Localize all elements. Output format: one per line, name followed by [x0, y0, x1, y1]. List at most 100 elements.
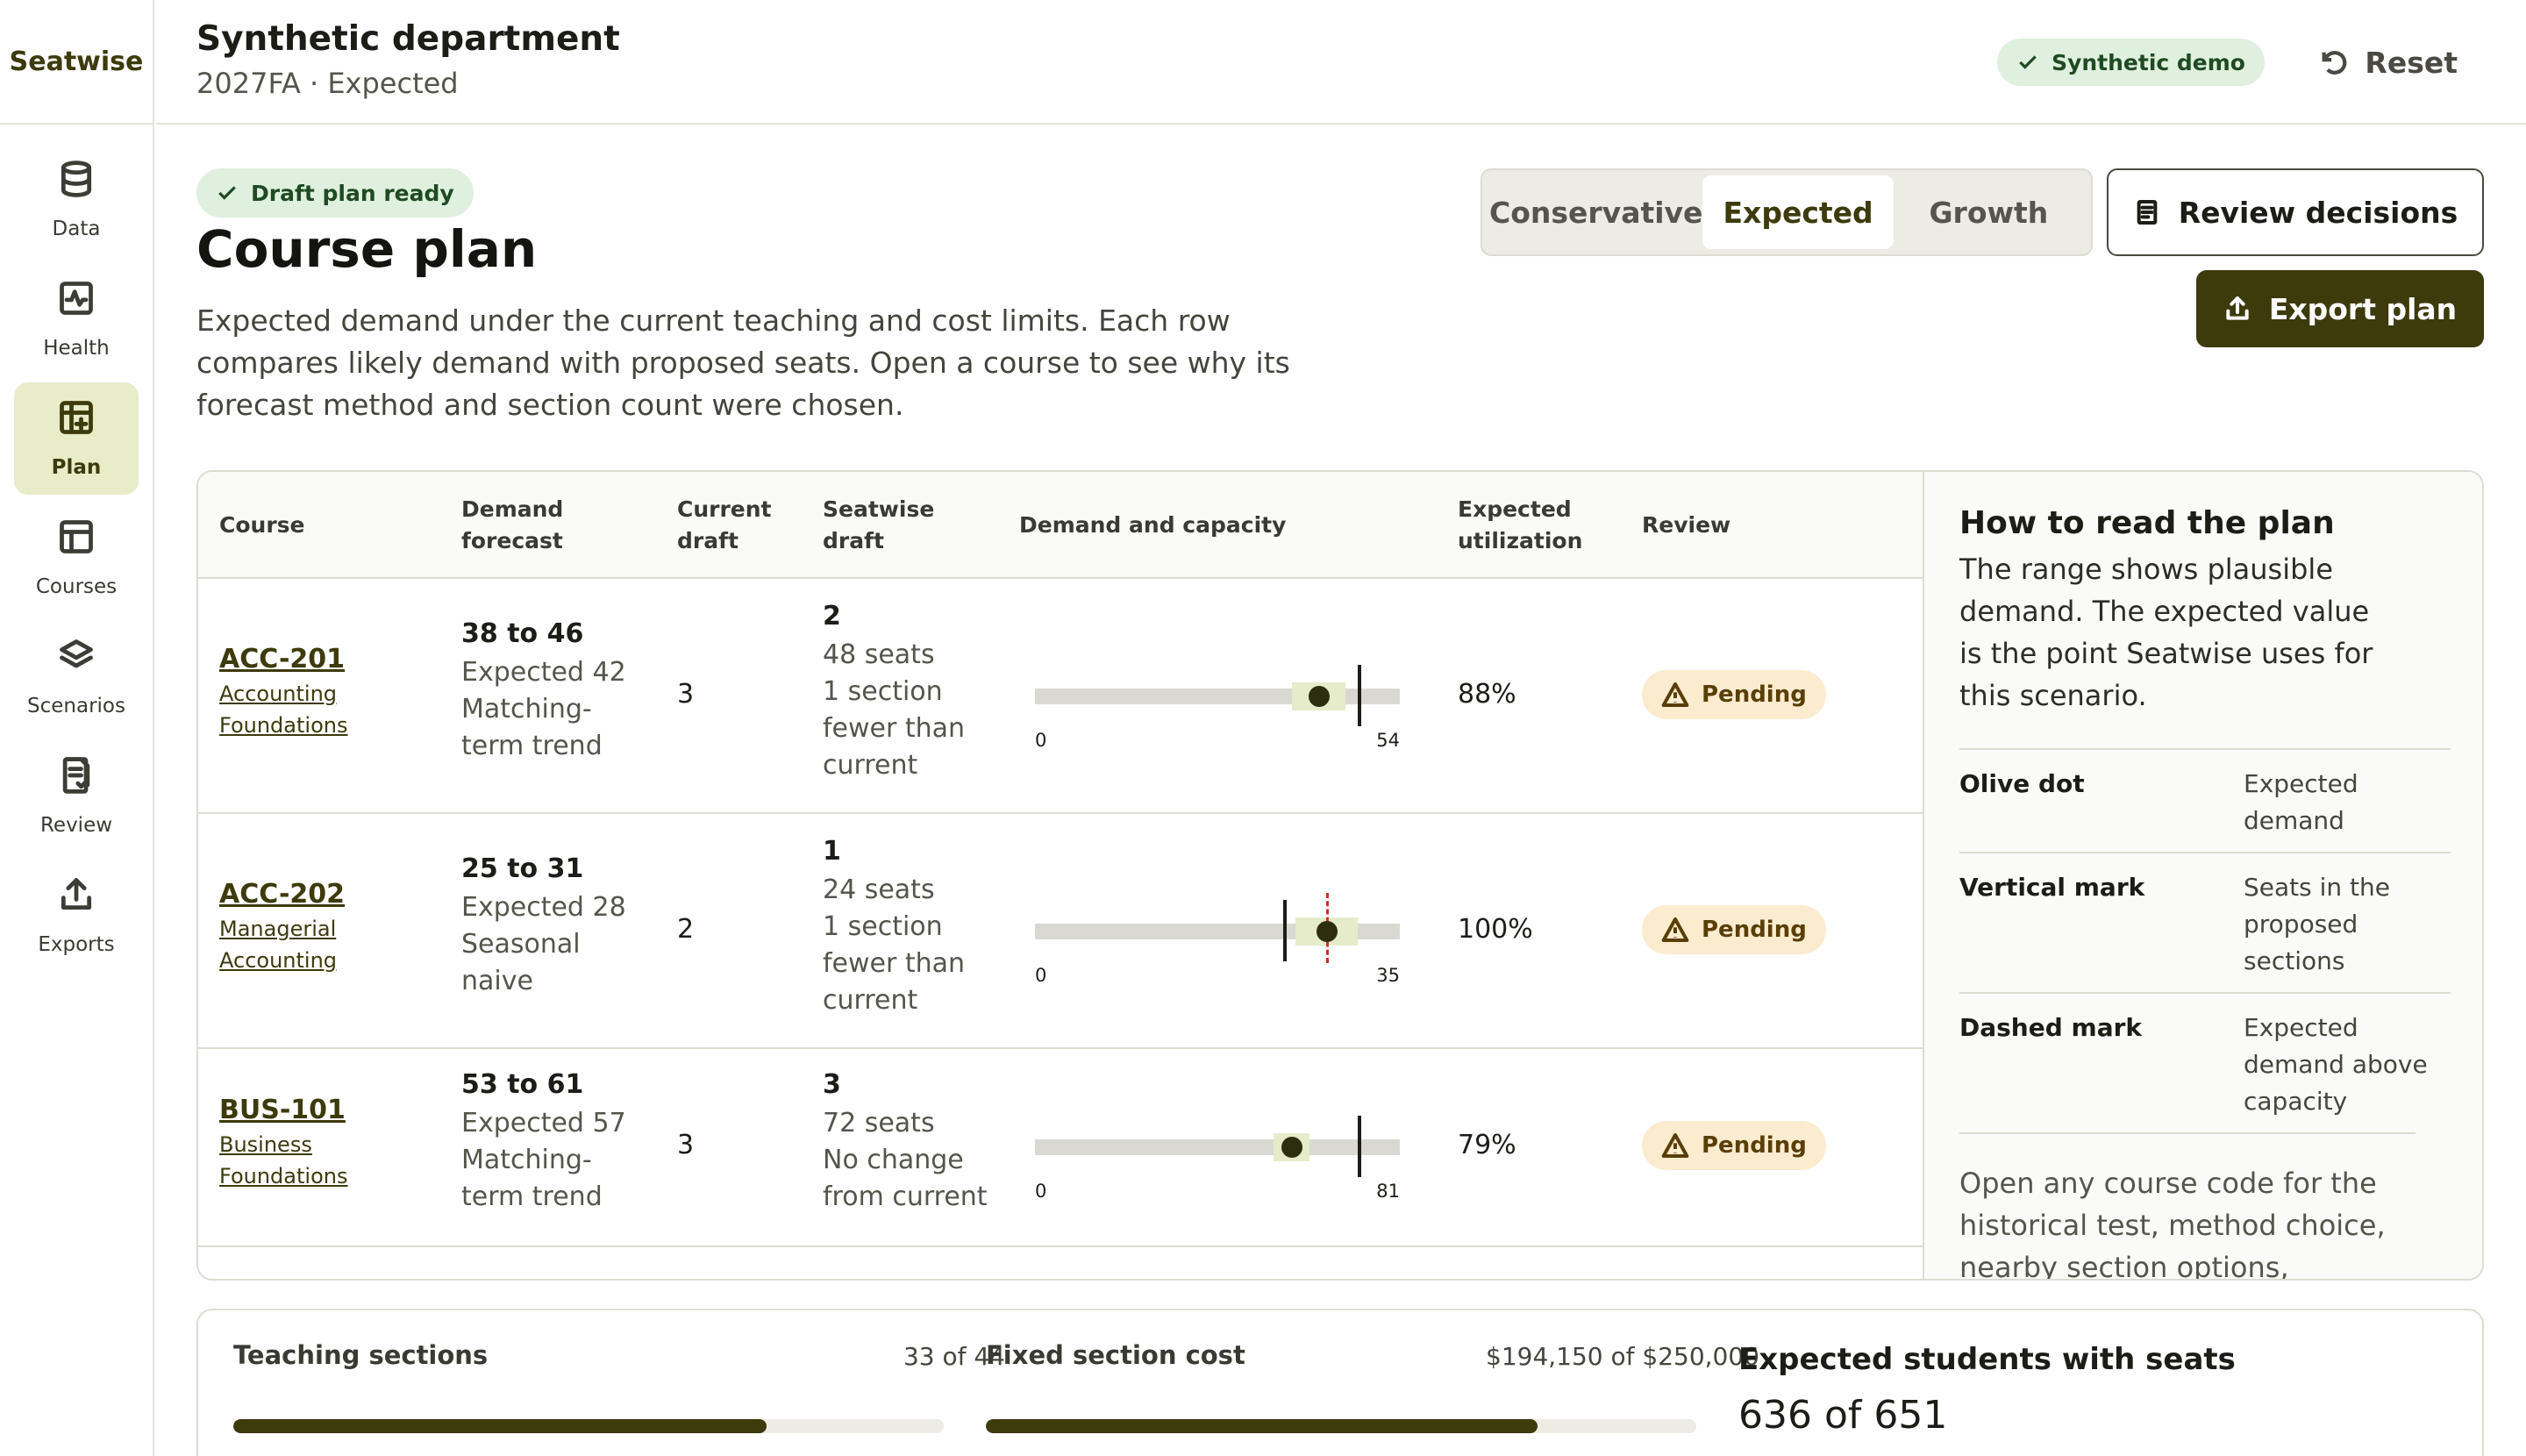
warning-icon — [1661, 1133, 1689, 1158]
expected-utilization: 88% — [1458, 679, 1516, 710]
section-count: 1 — [823, 836, 841, 867]
sidebar-item-label: Data — [52, 218, 101, 240]
review-cell: Pending — [1642, 1121, 1826, 1170]
reset-button[interactable]: Reset — [2319, 39, 2458, 86]
legend-key: Dashed mark — [1959, 1013, 2143, 1042]
section-change: 1 section fewer than current — [823, 676, 966, 781]
legend-key: Olive dot — [1959, 769, 2085, 798]
column-header-seatwise: Seatwise draft — [823, 496, 935, 553]
teaching-sections-progress-fill — [233, 1419, 767, 1433]
review-cell: Pending — [1642, 905, 1826, 954]
sidebar-nav: Data Health Plan Courses Scenarios Revie… — [0, 125, 153, 979]
course-code-link[interactable]: ACC-201 — [219, 644, 368, 674]
review-status-label: Pending — [1702, 917, 1807, 943]
sidebar-item-plan[interactable]: Plan — [14, 382, 139, 495]
course-name-link[interactable]: Business Foundations — [219, 1129, 368, 1192]
export-plan-label: Export plan — [2268, 291, 2458, 326]
department-title: Synthetic department — [196, 19, 620, 59]
scale-max-label: 81 — [1376, 1181, 1400, 1202]
demand-capacity-bar: 0 54 — [1035, 656, 1403, 751]
clipboard-check-icon — [62, 757, 90, 794]
sidebar: Seatwise Data Health Plan Courses Scenar… — [0, 0, 154, 1456]
sidebar-item-review[interactable]: Review — [14, 740, 139, 853]
demo-badge-label: Synthetic demo — [2051, 49, 2245, 75]
sidebar-item-label: Courses — [35, 575, 118, 598]
database-icon — [61, 161, 92, 197]
page-description: Expected demand under the current teachi… — [196, 303, 1290, 422]
capacity-mark — [1283, 900, 1288, 961]
how-to-read-panel: How to read the plan The range shows pla… — [1923, 472, 2482, 1279]
legend-value: Expected demand above capacity — [2244, 1013, 2428, 1116]
demand-forecast-cell: 25 to 31 Expected 28 Seasonal naive — [461, 849, 637, 1000]
term-scenario-subtitle: 2027FA · Expected — [196, 67, 459, 100]
brand-logo[interactable]: Seatwise — [0, 0, 153, 125]
column-header-course: Course — [219, 512, 305, 538]
warning-icon — [1661, 682, 1689, 707]
draft-ready-badge: Draft plan ready — [196, 168, 474, 218]
course-cell: BUS-101 Business Foundations — [219, 1095, 368, 1192]
check-icon — [2019, 55, 2037, 69]
demand-expected: Expected 28 — [461, 892, 626, 923]
ready-badge-label: Draft plan ready — [251, 180, 454, 206]
top-header: Synthetic department 2027FA · Expected S… — [156, 0, 2526, 125]
course-code-link[interactable]: ACC-202 — [219, 879, 368, 910]
legend-row: Vertical mark Seats in the proposed sect… — [1959, 852, 2451, 992]
sidebar-item-label: Plan — [51, 456, 102, 479]
fixed-cost-progress-fill — [986, 1419, 1538, 1433]
column-header-capacity: Demand and capacity — [1019, 512, 1287, 538]
scenario-selector: Conservative Expected Growth — [1481, 168, 2093, 256]
export-plan-button[interactable]: Export plan — [2196, 270, 2484, 347]
sidebar-item-health[interactable]: Health — [14, 263, 139, 375]
legend-value: Expected demand — [2244, 769, 2358, 835]
review-status-label: Pending — [1702, 1132, 1807, 1159]
scenario-option-expected[interactable]: Expected — [1702, 175, 1894, 249]
seatwise-draft-cell: 3 72 seats No change from current — [823, 1065, 1007, 1216]
seat-count: 24 seats — [823, 874, 935, 905]
forecast-method: Matching-term trend — [461, 1145, 603, 1212]
column-header-utilization: Expected utilization — [1458, 496, 1583, 553]
pending-status-badge[interactable]: Pending — [1642, 905, 1826, 954]
course-cell: ACC-201 Accounting Foundations — [219, 644, 368, 741]
table-header: Course Demand forecast Current draft Sea… — [198, 472, 1923, 579]
pending-status-badge[interactable]: Pending — [1642, 1121, 1826, 1170]
course-plan-table: Course Demand forecast Current draft Sea… — [196, 470, 2484, 1281]
forecast-method: Matching-term trend — [461, 694, 603, 761]
expected-demand-dot — [1308, 686, 1330, 707]
course-code-link[interactable]: BUS-101 — [219, 1095, 368, 1125]
review-cell: Pending — [1642, 670, 1826, 719]
table-plus-icon — [60, 401, 93, 434]
scale-max-label: 54 — [1376, 730, 1400, 751]
scale-min-label: 0 — [1035, 1181, 1047, 1202]
table-row: ACC-202 Managerial Accounting 25 to 31 E… — [198, 814, 1923, 1049]
side-panel-intro: The range shows plausible demand. The ex… — [1959, 553, 2373, 712]
sidebar-item-exports[interactable]: Exports — [14, 860, 139, 972]
demand-capacity-bar: 0 35 — [1035, 891, 1403, 986]
course-name-link[interactable]: Managerial Accounting — [219, 913, 368, 976]
legend-value: Seats in the proposed sections — [2244, 873, 2391, 975]
sidebar-item-scenarios[interactable]: Scenarios — [14, 621, 139, 733]
scenario-option-conservative[interactable]: Conservative — [1489, 175, 1702, 249]
current-draft-value: 3 — [677, 679, 695, 710]
pending-status-badge[interactable]: Pending — [1642, 670, 1826, 719]
fixed-cost-value: $194,150 of $250,000 — [1486, 1342, 1759, 1371]
scenario-option-growth[interactable]: Growth — [1894, 175, 2084, 249]
scale-min-label: 0 — [1035, 965, 1047, 986]
expected-students-label: Expected students with seats — [1738, 1342, 2236, 1377]
expected-students-value: 636 of 651 — [1738, 1393, 1948, 1438]
current-draft-value: 3 — [677, 1130, 695, 1160]
clipboard-list-icon — [2137, 200, 2158, 225]
seatwise-draft-cell: 2 48 seats 1 section fewer than current — [823, 596, 1007, 784]
sidebar-item-data[interactable]: Data — [14, 144, 139, 256]
sidebar-item-label: Health — [43, 337, 110, 360]
upload-icon — [2226, 296, 2249, 320]
fixed-cost-progress — [986, 1419, 1696, 1433]
upload-icon — [61, 878, 92, 910]
course-name-link[interactable]: Accounting Foundations — [219, 678, 368, 741]
course-cell: ACC-202 Managerial Accounting — [219, 879, 368, 976]
current-draft-value: 2 — [677, 914, 695, 945]
review-decisions-button[interactable]: Review decisions — [2107, 168, 2484, 256]
sidebar-item-courses[interactable]: Courses — [14, 502, 139, 614]
review-decisions-label: Review decisions — [2178, 195, 2458, 230]
expected-utilization: 79% — [1458, 1130, 1516, 1160]
side-panel-footer: Open any course code for the historical … — [1959, 1132, 2415, 1279]
